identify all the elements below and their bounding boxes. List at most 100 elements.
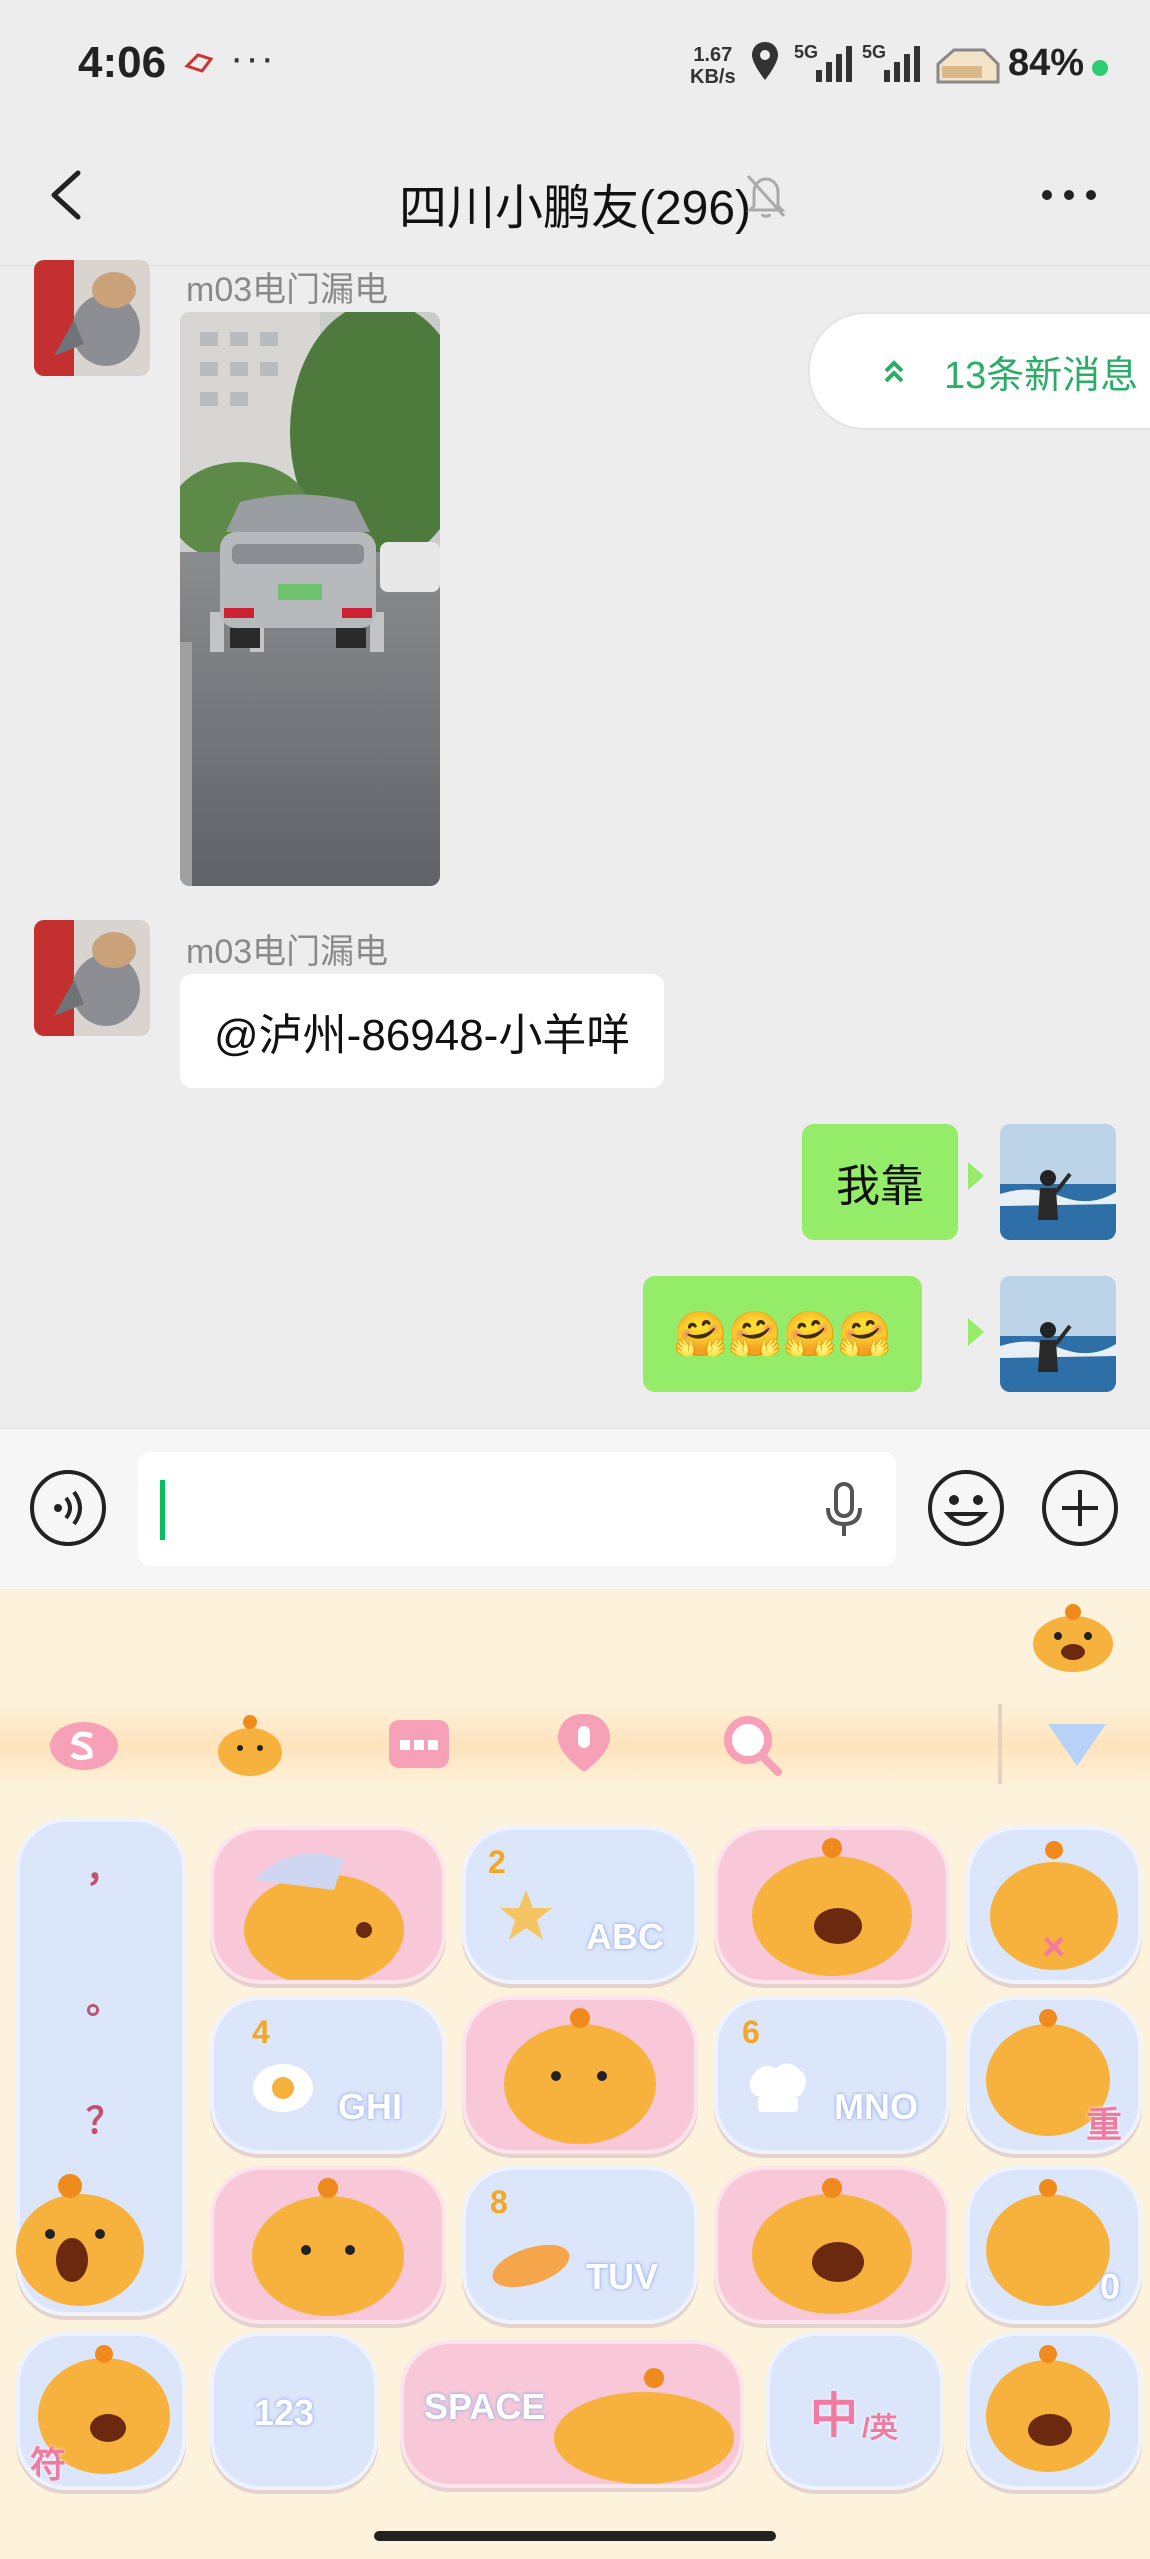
microphone-icon[interactable] [822,1480,866,1540]
mascot-lying-icon [554,2368,734,2484]
chef-hat-icon [749,2063,806,2112]
chat-message-list[interactable] [0,266,1150,1428]
key-0[interactable]: 0 [966,2166,1142,2324]
mascot-laughing-icon [752,1838,912,1976]
key-label: 0 [1100,2266,1121,2307]
key-reset[interactable]: 重 [966,1996,1142,2154]
my-message-bubble[interactable]: 我靠 [802,1124,958,1240]
key-6-mno[interactable]: 6 MNO [714,1996,950,2154]
my-avatar[interactable] [1000,1276,1116,1392]
key-number: 6 [742,2014,760,2050]
key-number: 4 [252,2014,270,2050]
signal-icon-1 [796,40,856,86]
home-indicator[interactable] [374,2531,776,2541]
key-letters: TUV [586,2256,658,2297]
key-zh-en[interactable]: 中 /英 [766,2332,944,2490]
fried-egg-icon [253,2064,313,2112]
key-3[interactable] [714,1826,950,1984]
chat-title-container: 四川小鹏友(296) [0,168,1150,238]
notification-icon [184,52,214,74]
key-5[interactable] [462,1996,698,2154]
key-letters: GHI [338,2086,403,2127]
mascot-excited-icon [752,2178,912,2314]
key-8-tuv[interactable]: 8 TUV [462,2166,698,2324]
text-caret [160,1480,165,1540]
my-message-bubble[interactable]: 🤗🤗🤗🤗 [643,1276,923,1392]
key-letters: MNO [834,2086,918,2127]
voice-icon [30,1470,106,1546]
key-123[interactable]: 123 [210,2332,378,2490]
battery-percent: 84% [1008,42,1085,84]
more-functions-button[interactable] [1040,1468,1120,1548]
sogou-logo-icon[interactable] [48,1714,120,1774]
key-2-abc[interactable]: 2 ABC [462,1826,698,1984]
keyboard-mascot-icon[interactable] [1028,1596,1118,1676]
emoji-button[interactable] [926,1468,1006,1548]
net-speed-value: 1.67 [693,44,733,66]
avatar[interactable] [34,260,150,376]
search-icon[interactable] [720,1710,784,1778]
voice-input-icon[interactable] [552,1710,616,1778]
svg-text:×: × [1042,1925,1065,1969]
battery-icon [934,44,1002,86]
more-dots-icon [1042,190,1096,200]
key-delete[interactable]: × [966,1826,1142,1984]
voice-toggle-button[interactable] [28,1468,108,1548]
punct-period-key[interactable]: 。 [86,1972,122,2024]
collapse-keyboard-icon[interactable] [1044,1718,1110,1772]
punct-comma-key[interactable]: ， [86,1840,122,1892]
mascot-delete-icon: × [990,1841,1118,1970]
signal-icon-2 [864,40,924,86]
star-icon [500,1890,552,1940]
smiley-icon [928,1470,1004,1546]
punct-question-key[interactable]: ？ [86,2092,122,2144]
mascot-thinking-icon [252,2178,404,2316]
mascot-shy-icon [504,2008,656,2144]
key-9[interactable] [714,2166,950,2324]
sender-name: m03电门漏电 [186,271,389,309]
sender-name: m03电门漏电 [186,933,389,971]
message-text: 我靠 [836,1162,924,1211]
chat-more-button[interactable] [1035,170,1103,220]
bubble-tail [968,1162,984,1190]
key-letters: ABC [586,1916,664,1957]
my-avatar[interactable] [1000,1124,1116,1240]
status-time: 4:06 [78,38,167,87]
key-number: 2 [488,1844,506,1880]
toolbar-divider [998,1704,1002,1784]
net-speed-unit: KB/s [690,66,736,88]
charging-dot [1092,60,1108,76]
new-messages-label: 13条新消息 [944,354,1139,397]
mascot-sticker-icon [10,2150,150,2310]
mute-bell-icon [742,170,790,222]
keyboard-layout-icon[interactable] [386,1714,452,1774]
new-messages-button[interactable]: 13条新消息 [808,312,1150,430]
skin-mascot-icon[interactable] [214,1710,286,1778]
key-7[interactable] [210,2166,446,2324]
key-label: 重 [1086,2104,1123,2145]
message-input[interactable] [138,1452,896,1566]
double-chevron-up-icon [884,360,904,383]
key-symbols[interactable]: 符 [16,2332,186,2490]
key-enter[interactable] [966,2332,1142,2490]
key-space[interactable]: SPACE [400,2340,744,2488]
emoji-text: 🤗🤗🤗🤗 [673,1309,893,1360]
key-label: 中 [810,2390,859,2443]
plus-circle-icon [1042,1470,1118,1546]
key-label: 123 [254,2392,315,2433]
avatar[interactable] [34,920,150,1036]
key-label: 符 [30,2444,67,2485]
mascot-sleeping-icon [244,1853,404,1980]
key-number: 8 [490,2184,508,2220]
network-speed: 1.67 KB/s [690,44,736,88]
chat-title[interactable]: 四川小鹏友(296) [399,168,751,238]
message-bubble[interactable]: @泸州-86948-小羊咩 [180,974,665,1088]
bubble-tail [968,1318,984,1346]
bread-icon [492,2244,570,2288]
image-message[interactable] [180,312,440,886]
mascot-enter-icon [986,2345,1110,2472]
key-4-ghi[interactable]: 4 GHI [210,1996,446,2154]
message-text: @泸州-86948-小羊咩 [214,1011,631,1060]
key-1[interactable] [210,1826,446,1984]
key-sublabel: /英 [862,2412,898,2443]
